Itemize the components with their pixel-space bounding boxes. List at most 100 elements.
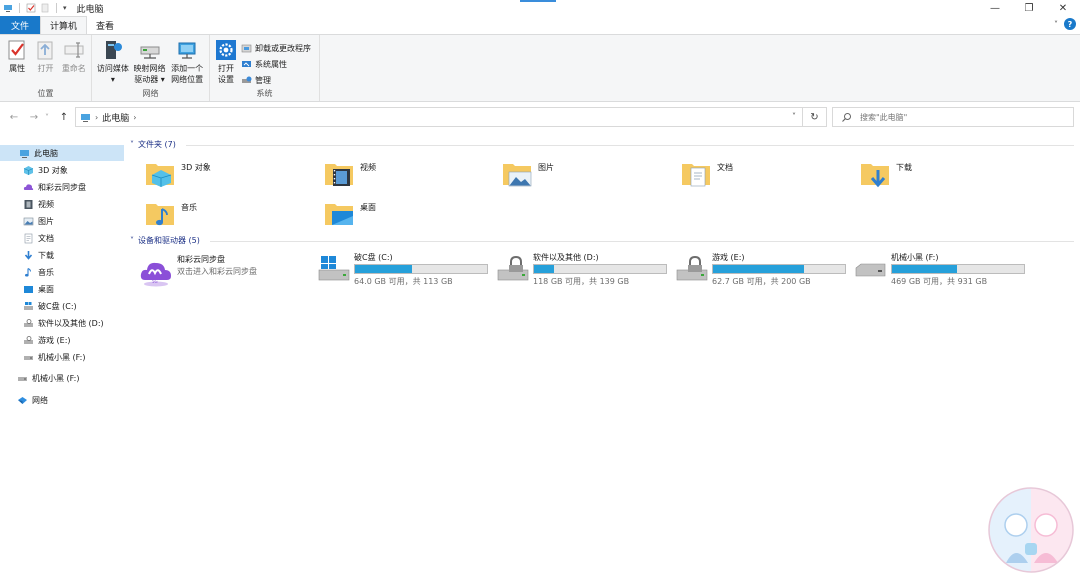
uninstall-program-button[interactable]: 卸载或更改程序 xyxy=(241,41,311,55)
locked-drive-icon xyxy=(497,255,529,281)
media-server-icon xyxy=(105,41,122,59)
address-dropdown-icon[interactable]: ˅ xyxy=(792,112,796,121)
sidebar-item-pictures[interactable]: 图片 xyxy=(23,213,54,229)
cube-icon xyxy=(23,165,34,175)
forward-button[interactable]: → xyxy=(26,112,42,123)
sidebar-item-downloads[interactable]: 下载 xyxy=(23,247,54,263)
document-icon xyxy=(24,233,33,243)
up-button[interactable]: ↑ xyxy=(56,112,72,123)
sidebar-item-network[interactable]: 网络 xyxy=(17,392,48,408)
folder-tile-documents[interactable]: 文档 xyxy=(681,158,733,188)
section-title: 文件夹 (7) xyxy=(138,140,176,149)
folder-tile-music[interactable]: 音乐 xyxy=(145,198,197,228)
hard-drive-icon xyxy=(855,263,886,277)
add-location-label-line1: 添加一个 xyxy=(171,64,204,73)
folder-video-icon xyxy=(325,164,353,186)
collapse-ribbon-chevron-icon[interactable]: ˅ xyxy=(1054,20,1058,29)
folder-tile-pictures[interactable]: 图片 xyxy=(502,158,554,188)
network-icon xyxy=(18,396,27,404)
sidebar-item-label: 此电脑 xyxy=(34,148,58,158)
open-label: 打开 xyxy=(37,64,54,73)
drive-icon xyxy=(24,335,33,344)
drive-tile-d[interactable]: 软件以及其他 (D:) 118 GB 可用，共 139 GB xyxy=(497,252,667,287)
help-icon[interactable]: ? xyxy=(1064,18,1076,30)
breadcrumb-separator[interactable]: › xyxy=(133,113,136,122)
access-media-chevron-icon: ▾ xyxy=(110,75,115,84)
sidebar-item-label: 3D 对象 xyxy=(38,165,68,175)
section-divider xyxy=(210,241,1074,242)
drive-name: 破C盘 (C:) xyxy=(354,253,393,262)
group-label-system: 系统 xyxy=(256,89,273,98)
sidebar-item-this-pc[interactable]: 此电脑 xyxy=(0,145,124,161)
drive-info: 破C盘 (C:) 64.0 GB 可用，共 113 GB xyxy=(354,252,488,287)
group-label-location: 位置 xyxy=(37,89,54,98)
cloud-drive-info: 和彩云同步盘 双击进入和彩云同步盘 xyxy=(177,254,257,277)
sidebar-item-label: 机械小黑 (F:) xyxy=(32,373,80,383)
drive-icon xyxy=(24,355,33,360)
tab-computer[interactable]: 计算机 xyxy=(40,16,88,34)
manage-icon xyxy=(242,76,252,83)
address-bar[interactable]: › 此电脑 › ˅ xyxy=(75,107,803,127)
recent-locations-button[interactable]: ˅ xyxy=(42,113,52,122)
folder-label: 图片 xyxy=(538,163,554,172)
drive-tile-c[interactable]: 破C盘 (C:) 64.0 GB 可用，共 113 GB xyxy=(318,252,488,287)
folder-desktop-icon xyxy=(325,204,353,225)
sidebar-item-3d-objects[interactable]: 3D 对象 xyxy=(23,162,68,178)
system-properties-button[interactable]: 系统属性 xyxy=(241,57,311,71)
folder-tile-desktop[interactable]: 桌面 xyxy=(324,198,376,228)
sidebar-item-label: 音乐 xyxy=(38,267,54,277)
sidebar-item-label: 软件以及其他 (D:) xyxy=(38,318,104,328)
drive-tile-f[interactable]: 机械小黑 (F:) 469 GB 可用，共 931 GB xyxy=(855,252,1025,287)
title-highlight xyxy=(520,0,556,2)
new-folder-icon[interactable] xyxy=(40,3,50,13)
close-button[interactable]: ✕ xyxy=(1046,0,1080,16)
customize-toolbar-chevron-icon[interactable]: ▾ xyxy=(63,4,67,12)
properties-icon[interactable] xyxy=(26,3,36,13)
manage-button[interactable]: 管理 xyxy=(241,73,311,87)
tab-file[interactable]: 文件 xyxy=(0,16,41,34)
system-properties-label: 系统属性 xyxy=(255,59,287,69)
computer-icon[interactable] xyxy=(3,3,13,13)
folders-section-header[interactable]: ˅ 文件夹 (7) xyxy=(130,139,176,150)
sidebar-item-label: 网络 xyxy=(32,395,48,405)
folder-tile-downloads[interactable]: 下载 xyxy=(860,158,912,188)
maximize-button[interactable]: ❐ xyxy=(1012,0,1046,16)
sidebar-item-drive-d[interactable]: 软件以及其他 (D:) xyxy=(23,315,104,331)
drive-usage-bar xyxy=(891,264,1025,274)
folder-3d-icon xyxy=(146,164,174,187)
folder-download-icon xyxy=(861,164,889,188)
search-input[interactable]: 搜索"此电脑" xyxy=(832,107,1074,127)
cloud-drive-tile[interactable]: 5G 和彩云同步盘 双击进入和彩云同步盘 xyxy=(139,254,257,288)
tab-view[interactable]: 查看 xyxy=(87,16,123,34)
sidebar-item-videos[interactable]: 视频 xyxy=(23,196,54,212)
refresh-button[interactable]: ↻ xyxy=(803,107,827,127)
sidebar-item-documents[interactable]: 文档 xyxy=(23,230,54,246)
sidebar-item-cloud-drive[interactable]: 和彩云同步盘 xyxy=(23,179,86,195)
drives-section-header[interactable]: ˅ 设备和驱动器 (5) xyxy=(130,235,200,246)
sidebar-item-label: 文档 xyxy=(38,233,54,243)
breadcrumb-separator[interactable]: › xyxy=(95,113,98,122)
minimize-button[interactable]: — xyxy=(978,0,1012,16)
ribbon-right-controls: ˅ ? xyxy=(1054,18,1076,30)
folder-label: 3D 对象 xyxy=(181,163,211,172)
drive-name: 游戏 (E:) xyxy=(712,253,745,262)
breadcrumb-this-pc[interactable]: 此电脑 xyxy=(102,111,129,124)
sidebar-item-desktop[interactable]: 桌面 xyxy=(23,281,54,297)
sidebar-item-drive-f-root[interactable]: 机械小黑 (F:) xyxy=(17,370,79,386)
drive-tile-e[interactable]: 游戏 (E:) 62.7 GB 可用，共 200 GB xyxy=(676,252,846,287)
sidebar-item-drive-f[interactable]: 机械小黑 (F:) xyxy=(23,349,85,365)
sidebar-item-drive-e[interactable]: 游戏 (E:) xyxy=(23,332,71,348)
uninstall-label: 卸载或更改程序 xyxy=(255,43,311,53)
folder-label: 音乐 xyxy=(181,203,197,212)
folder-tile-videos[interactable]: 视频 xyxy=(324,158,376,188)
folder-tile-3d-objects[interactable]: 3D 对象 xyxy=(145,158,211,188)
sidebar-item-drive-c[interactable]: 破C盘 (C:) xyxy=(23,298,77,314)
sidebar-item-music[interactable]: 音乐 xyxy=(23,264,54,280)
back-button[interactable]: ← xyxy=(6,112,22,123)
search-placeholder: 搜索"此电脑" xyxy=(860,112,908,122)
toolbar-divider xyxy=(56,3,57,13)
map-drive-label-line1: 映射网络 xyxy=(133,64,166,73)
folder-label: 视频 xyxy=(360,163,376,172)
chevron-down-icon: ˅ xyxy=(130,236,134,245)
drive-icon xyxy=(24,318,33,327)
